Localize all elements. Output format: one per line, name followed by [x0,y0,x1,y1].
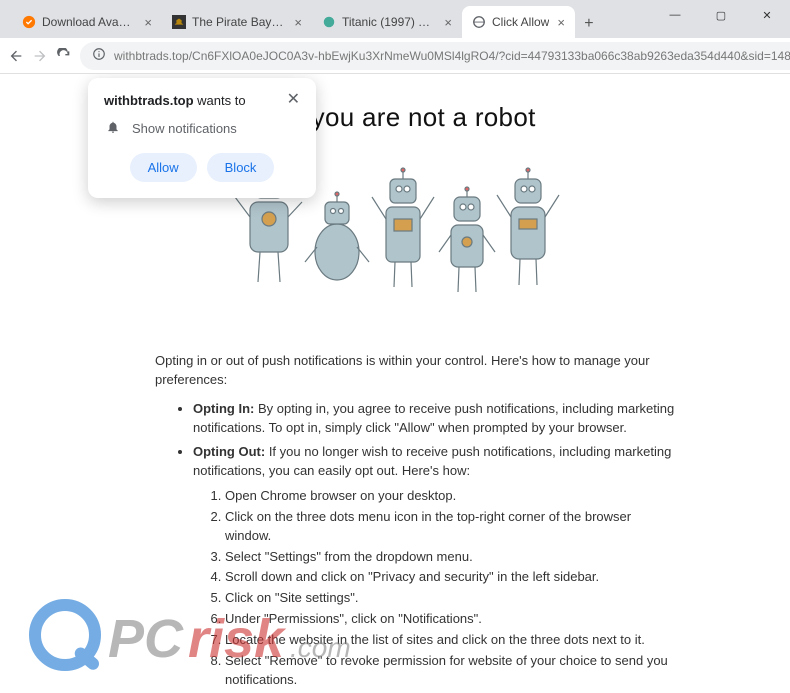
svg-text:.com: .com [290,632,351,663]
intro-text: Opting in or out of push notifications i… [115,352,675,390]
new-tab-button[interactable]: + [575,10,603,38]
address-bar[interactable]: withbtrads.top/Cn6FXlOA0eJOC0A3v-hbEwjKu… [80,42,790,70]
opting-in-item: Opting In: By opting in, you agree to re… [193,400,675,438]
svg-text:PC: PC [108,609,184,669]
window-controls: — ▢ ✕ [652,0,790,30]
favicon-avast [22,15,36,29]
window-close-button[interactable]: ✕ [744,0,790,30]
popup-title: withbtrads.top wants to [104,93,246,108]
close-icon[interactable]: × [557,15,565,30]
allow-button[interactable]: Allow [130,153,197,182]
tab-strip: Download Avast Cleanup & × The Pirate Ba… [8,6,603,38]
step-item: Scroll down and click on "Privacy and se… [225,568,675,587]
tab-title: Download Avast Cleanup & [42,15,136,29]
close-icon[interactable]: × [294,15,302,30]
favicon-default [472,15,486,29]
tab-titanic[interactable]: Titanic (1997) YIFY - Down × [312,6,462,38]
tab-title: Click Allow [492,15,549,29]
pcrisk-watermark: PC risk .com [20,587,390,687]
site-info-icon[interactable] [92,47,106,64]
bell-icon [106,120,120,137]
reload-button[interactable] [56,42,72,70]
step-item: Click on the three dots menu icon in the… [225,508,675,546]
svg-text:risk: risk [188,609,287,669]
tab-title: The Pirate Bay - The galax [192,15,286,29]
step-item: Open Chrome browser on your desktop. [225,487,675,506]
opting-out-item: Opting Out: If you no longer wish to rec… [193,443,675,481]
tab-click-allow[interactable]: Click Allow × [462,6,575,38]
popup-message: Show notifications [132,121,237,136]
popup-close-button[interactable]: ✕ [287,92,300,108]
block-button[interactable]: Block [207,153,275,182]
url-text: withbtrads.top/Cn6FXlOA0eJOC0A3v-hbEwjKu… [114,49,790,63]
favicon-yify [322,15,336,29]
maximize-button[interactable]: ▢ [698,0,744,30]
back-button[interactable] [8,42,24,70]
close-icon[interactable]: × [144,15,152,30]
step-item: Select "Settings" from the dropdown menu… [225,548,675,567]
minimize-button[interactable]: — [652,0,698,30]
forward-button[interactable] [32,42,48,70]
notification-permission-popup: withbtrads.top wants to ✕ Show notificat… [88,78,316,198]
tab-avast[interactable]: Download Avast Cleanup & × [12,6,162,38]
close-icon[interactable]: × [444,15,452,30]
favicon-piratebay [172,15,186,29]
tab-title: Titanic (1997) YIFY - Down [342,15,436,29]
tab-piratebay[interactable]: The Pirate Bay - The galax × [162,6,312,38]
